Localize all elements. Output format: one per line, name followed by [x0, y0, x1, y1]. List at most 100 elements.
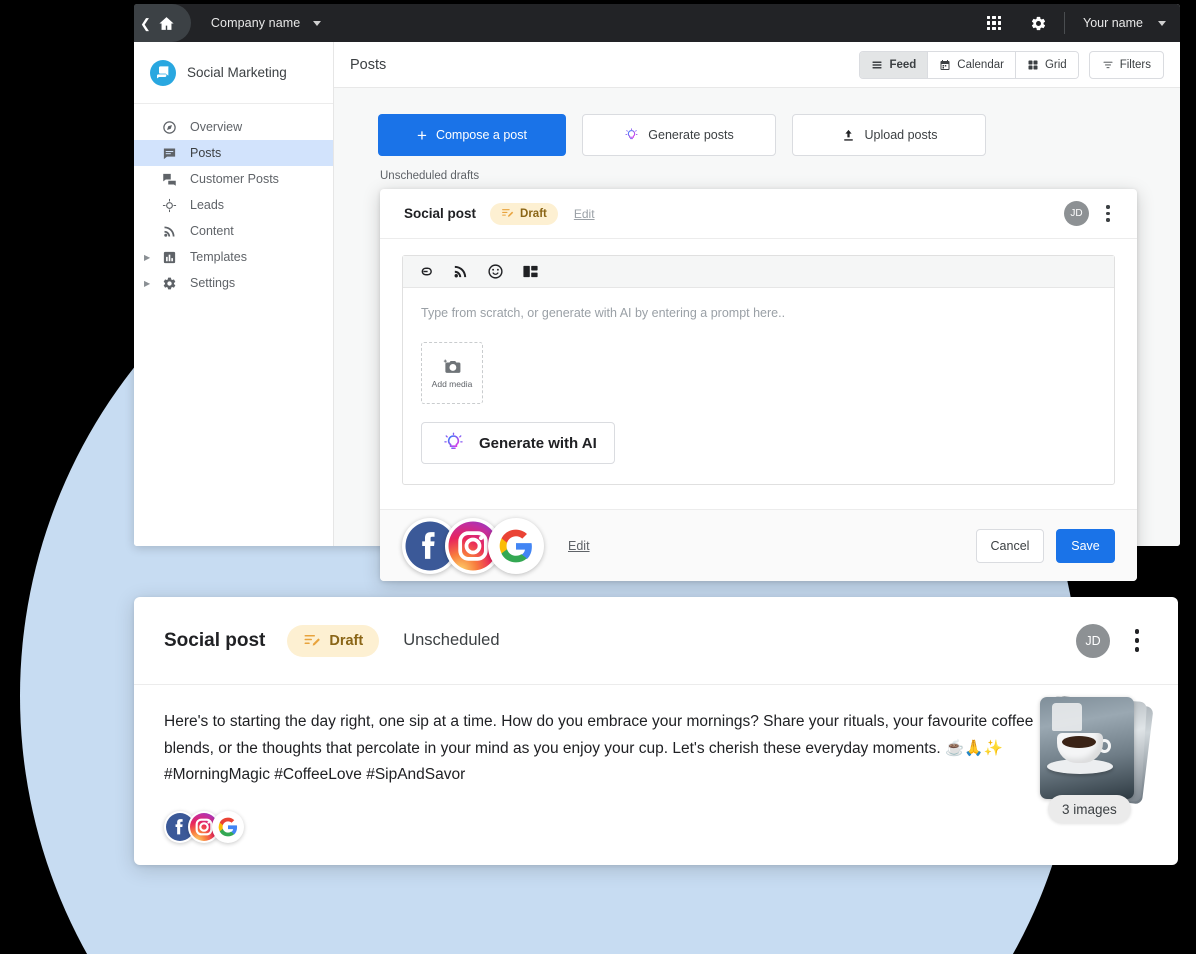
templates-icon: [158, 250, 180, 265]
chat-bubble-logo-icon: [150, 59, 176, 86]
sidebar-item-customer-posts[interactable]: Customer Posts: [134, 166, 333, 192]
sidebar-item-label: Leads: [190, 198, 225, 212]
kebab-menu-icon[interactable]: [1095, 201, 1121, 227]
post-media-thumbnail[interactable]: 3 images: [1040, 695, 1154, 823]
tab-grid[interactable]: Grid: [1015, 51, 1078, 78]
photo-detail: [1062, 736, 1096, 748]
company-selector[interactable]: Company name: [211, 16, 321, 30]
generate-with-ai-button[interactable]: Generate with AI: [421, 422, 615, 464]
generate-with-ai-label: Generate with AI: [479, 434, 597, 452]
schedule-label: Unscheduled: [403, 631, 500, 649]
avatar[interactable]: JD: [1076, 623, 1110, 658]
gear-icon: [158, 276, 180, 291]
layout-icon[interactable]: [522, 263, 539, 280]
edit-link[interactable]: Edit: [574, 207, 595, 221]
composer: Type from scratch, or generate with AI b…: [402, 255, 1115, 485]
apps-grid-icon: [986, 15, 1002, 31]
media-count-badge: 3 images: [1048, 795, 1131, 823]
home-icon: [159, 16, 174, 30]
sidebar-item-settings[interactable]: ▶ Settings: [134, 270, 333, 296]
composer-placeholder: Type from scratch, or generate with AI b…: [421, 306, 786, 320]
content-header: Posts Feed Calendar Grid Filters: [334, 42, 1180, 88]
chevron-down-icon: [312, 21, 321, 27]
tab-label: Calendar: [957, 58, 1004, 71]
post-card-title: Social post: [164, 629, 266, 651]
toolbar-divider: [1064, 12, 1065, 34]
status-badge-label: Draft: [329, 632, 364, 649]
sidebar-item-leads[interactable]: Leads: [134, 192, 333, 218]
kebab-menu-icon[interactable]: [1122, 624, 1152, 658]
add-media-button[interactable]: Add media: [421, 342, 483, 404]
home-button[interactable]: ❮: [134, 4, 191, 42]
sidebar-item-content[interactable]: Content: [134, 218, 333, 244]
generate-posts-label: Generate posts: [648, 128, 734, 142]
company-name-label: Company name: [210, 16, 301, 30]
rss-icon[interactable]: [452, 263, 469, 280]
customer-posts-icon: [158, 172, 180, 187]
main-body: + Compose a post Generate posts Upload p…: [334, 88, 1180, 182]
google-icon[interactable]: [488, 517, 544, 574]
chevron-right-icon: ▶: [144, 252, 151, 262]
sidebar-item-label: Templates: [190, 250, 247, 264]
settings-button[interactable]: [1016, 4, 1060, 42]
link-icon[interactable]: [417, 263, 434, 280]
post-card-body: Here's to starting the day right, one si…: [134, 685, 1178, 843]
filters-button[interactable]: Filters: [1088, 50, 1164, 79]
status-badge: Draft: [490, 202, 558, 225]
post-card-header: Social post Draft Unscheduled JD: [134, 597, 1178, 685]
page-title: Posts: [350, 56, 387, 73]
tab-feed[interactable]: Feed: [860, 51, 929, 78]
screenshot-stage: ❮ Company name Your name Social Marketin…: [0, 0, 1196, 954]
target-icon: [158, 198, 180, 213]
sidebar-item-label: Overview: [190, 120, 243, 134]
tab-calendar[interactable]: Calendar: [928, 51, 1016, 78]
lightbulb-icon: [444, 432, 463, 449]
rss-icon: [158, 224, 180, 239]
calendar-icon: [940, 59, 950, 70]
social-networks-group: [402, 517, 544, 574]
feed-icon: [872, 61, 882, 68]
sidebar-item-templates[interactable]: ▶ Templates: [134, 244, 333, 270]
sidebar-item-label: Customer Posts: [190, 172, 279, 186]
post-icon: [158, 146, 180, 161]
compose-post-button[interactable]: + Compose a post: [378, 114, 566, 156]
google-icon[interactable]: [212, 810, 244, 843]
footer-edit-link[interactable]: Edit: [568, 539, 590, 553]
save-button[interactable]: Save: [1056, 528, 1115, 563]
draft-editor-card: Social post Draft Edit JD Type from scra…: [380, 189, 1137, 581]
post-card-header-actions: JD: [1076, 623, 1152, 658]
user-menu[interactable]: Your name: [1069, 16, 1180, 30]
add-media-label: Add media: [431, 379, 473, 389]
upload-posts-label: Upload posts: [864, 128, 938, 142]
emoji-icon[interactable]: [487, 263, 504, 280]
brand-header: Social Marketing: [134, 42, 333, 104]
sidebar-item-label: Content: [190, 224, 234, 238]
action-buttons-row: + Compose a post Generate posts Upload p…: [378, 114, 1158, 156]
tab-label: Grid: [1044, 58, 1067, 71]
unscheduled-drafts-label: Unscheduled drafts: [380, 170, 480, 182]
grid-icon: [1028, 60, 1038, 69]
brand-name-label: Social Marketing: [187, 65, 287, 80]
post-card: Social post Draft Unscheduled JD Here's …: [134, 597, 1178, 865]
composer-area[interactable]: Type from scratch, or generate with AI b…: [403, 288, 1114, 484]
footer-actions: Cancel Save: [976, 528, 1115, 563]
user-name-label: Your name: [1083, 16, 1143, 30]
chevron-right-icon: ▶: [144, 278, 151, 288]
upload-posts-button[interactable]: Upload posts: [792, 114, 986, 156]
sidebar-nav: Overview Posts Customer Posts Leads Cont…: [134, 104, 333, 296]
editor-card-footer: Edit Cancel Save: [380, 509, 1137, 581]
cancel-button[interactable]: Cancel: [976, 528, 1044, 563]
lightbulb-icon: [625, 127, 638, 139]
apps-button[interactable]: [972, 4, 1016, 42]
draft-edit-icon: [304, 634, 321, 646]
editor-card-header-actions: JD: [1064, 201, 1121, 227]
composer-toolbar: [403, 256, 1114, 288]
header-tools: Feed Calendar Grid Filters: [859, 50, 1164, 79]
sidebar-item-overview[interactable]: Overview: [134, 114, 333, 140]
plus-icon: +: [417, 125, 427, 145]
generate-posts-button[interactable]: Generate posts: [582, 114, 776, 156]
sidebar-item-posts[interactable]: Posts: [134, 140, 333, 166]
avatar[interactable]: JD: [1064, 201, 1089, 226]
chevron-left-icon: ❮: [140, 15, 151, 31]
post-body-text: Here's to starting the day right, one si…: [164, 713, 1034, 784]
